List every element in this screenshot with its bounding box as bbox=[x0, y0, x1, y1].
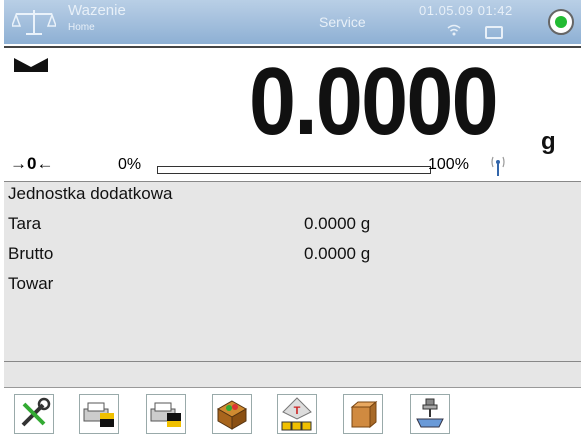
tools-button[interactable] bbox=[14, 394, 54, 434]
datetime: 01.05.09 01:42 bbox=[419, 3, 513, 18]
balance-scale-icon bbox=[12, 10, 56, 35]
function-toolbar: T bbox=[0, 388, 581, 439]
info-panel: Jednostka dodatkowa Tara 0.0000 g Brutto… bbox=[4, 182, 581, 362]
info-label-product: Towar bbox=[8, 274, 54, 293]
app-subtitle: Home bbox=[68, 22, 95, 33]
mode-label: Service bbox=[319, 14, 366, 30]
info-label-gross: Brutto bbox=[8, 244, 54, 263]
product-database-button[interactable] bbox=[212, 394, 252, 434]
weighing-pan-icon bbox=[416, 398, 444, 428]
tare-icon: T bbox=[281, 397, 312, 431]
tare-button[interactable]: T bbox=[277, 394, 317, 434]
weight-unit: g bbox=[541, 128, 556, 155]
svg-text:T: T bbox=[294, 405, 301, 417]
info-value-tare: 0.0000 g bbox=[304, 214, 371, 233]
print-header-button[interactable] bbox=[79, 394, 119, 434]
weighing-display: 0.0000 g →0← 0% 100% bbox=[4, 46, 581, 182]
zero-indicator: →0← bbox=[10, 154, 54, 173]
range-max-label: 100% bbox=[428, 156, 469, 173]
stability-marker-icon bbox=[14, 58, 48, 72]
printer-footer-icon bbox=[150, 402, 181, 427]
tools-icon bbox=[21, 397, 51, 427]
antenna-icon bbox=[491, 156, 505, 176]
battery-icon bbox=[485, 26, 503, 39]
wifi-icon bbox=[447, 24, 461, 36]
status-indicator-icon[interactable] bbox=[548, 9, 574, 35]
range-min-label: 0% bbox=[118, 156, 142, 173]
info-value-gross: 0.0000 g bbox=[304, 244, 371, 263]
info-label-tare: Tara bbox=[8, 214, 42, 233]
load-bar bbox=[157, 166, 431, 174]
app-title: Wazenie bbox=[68, 2, 126, 19]
weighing-pan-button[interactable] bbox=[410, 394, 450, 434]
weight-reading: 0.0000 bbox=[249, 48, 499, 155]
info-label-extra-unit: Jednostka dodatkowa bbox=[8, 184, 173, 203]
header-bar: Wazenie Home Service 01.05.09 01:42 bbox=[4, 0, 581, 44]
print-footer-button[interactable] bbox=[146, 394, 186, 434]
product-database-icon bbox=[216, 400, 248, 430]
printer-header-icon bbox=[83, 402, 114, 427]
packaging-box-icon bbox=[350, 400, 378, 429]
status-bar bbox=[4, 362, 581, 388]
packaging-button[interactable] bbox=[343, 394, 383, 434]
